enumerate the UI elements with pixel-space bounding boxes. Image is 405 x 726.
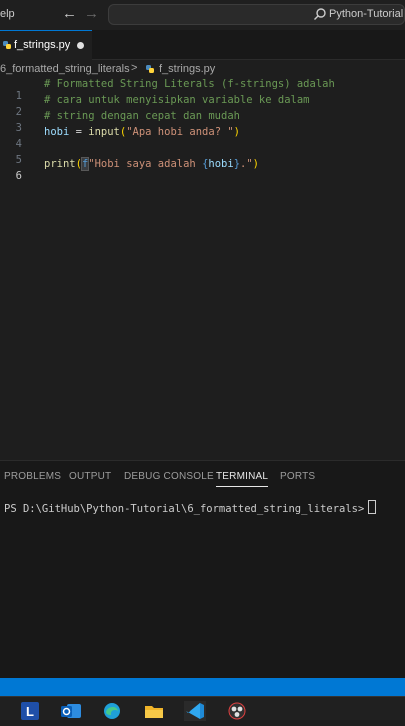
comment: # string dengan cepat dan mudah [44,110,240,122]
search-text: Python-Tutorial [329,8,404,20]
bottom-panel: PROBLEMS OUTPUT DEBUG CONSOLE TERMINAL P… [0,460,405,678]
string-token: "Apa hobi anda? " [126,126,234,138]
breadcrumb-separator: > [131,62,138,74]
status-bar [0,678,405,696]
menu-help[interactable]: elp [0,8,15,20]
python-file-icon [146,65,154,73]
code-line[interactable]: 3 # string dengan cepat dan mudah [0,110,405,134]
search-icon [314,8,326,20]
breadcrumb-folder[interactable]: 6_formatted_string_literals [0,63,130,75]
function-token: print [44,158,76,170]
vscode-icon[interactable] [184,701,206,721]
tab-f-strings[interactable]: f_strings.py [0,30,92,60]
tab-terminal[interactable]: TERMINAL [216,471,269,487]
comment: # cara untuk menyisipkan variable ke dal… [44,94,310,106]
paren-token: ) [252,158,259,170]
file-explorer-icon[interactable] [143,701,165,721]
code-editor[interactable]: 1 # Formatted String Literals (f-strings… [0,78,405,460]
app-letter: L [26,704,34,719]
paren-token: ( [75,158,82,170]
tab-debug-console[interactable]: DEBUG CONSOLE [124,471,214,482]
tab-ports[interactable]: PORTS [280,471,315,482]
variable-token: hobi [208,158,234,170]
string-token: "Hobi saya adalah [88,158,203,170]
terminal-cursor [368,500,377,514]
function-token: input [88,126,120,138]
code-line-active[interactable]: 6 print(f"Hobi saya adalah {hobi}.") [0,157,405,182]
code-line[interactable]: 5 [0,142,405,166]
variable-token: hobi [44,126,70,138]
editor-tab-bar: f_strings.py [0,30,405,60]
breadcrumb: 6_formatted_string_literals > f_strings.… [0,60,405,78]
terminal[interactable]: PS D:\GitHub\Python-Tutorial\6_formatted… [4,500,377,515]
terminal-prompt: PS D:\GitHub\Python-Tutorial\6_formatted… [4,503,365,515]
tab-problems[interactable]: PROBLEMS [4,471,61,482]
title-bar: elp ← → Python-Tutorial [0,0,405,30]
outlook-icon[interactable] [60,701,82,721]
code-line[interactable]: 1 # Formatted String Literals (f-strings… [0,78,405,102]
operator-token: = [69,126,89,138]
paren-token: ) [233,126,240,138]
obs-icon[interactable] [226,701,248,721]
windows-taskbar: L [0,696,405,721]
edge-icon[interactable] [101,701,123,721]
code-line[interactable]: 2 # cara untuk menyisipkan variable ke d… [0,94,405,118]
comment: # Formatted String Literals (f-strings) … [44,78,335,90]
breadcrumb-file[interactable]: f_strings.py [159,63,215,75]
string-token: ." [240,158,253,170]
unsaved-dot-icon[interactable] [77,42,84,49]
forward-arrow-icon[interactable]: → [84,5,99,22]
code-line[interactable]: 4 hobi = input("Apa hobi anda? ") [0,126,405,150]
command-center-search[interactable]: Python-Tutorial [108,4,405,25]
tab-label: f_strings.py [14,39,71,51]
python-file-icon [3,41,11,49]
lenovo-app-icon[interactable]: L [19,701,41,721]
tab-output[interactable]: OUTPUT [69,471,111,482]
line-number: 6 [15,170,22,182]
back-arrow-icon[interactable]: ← [62,5,77,22]
